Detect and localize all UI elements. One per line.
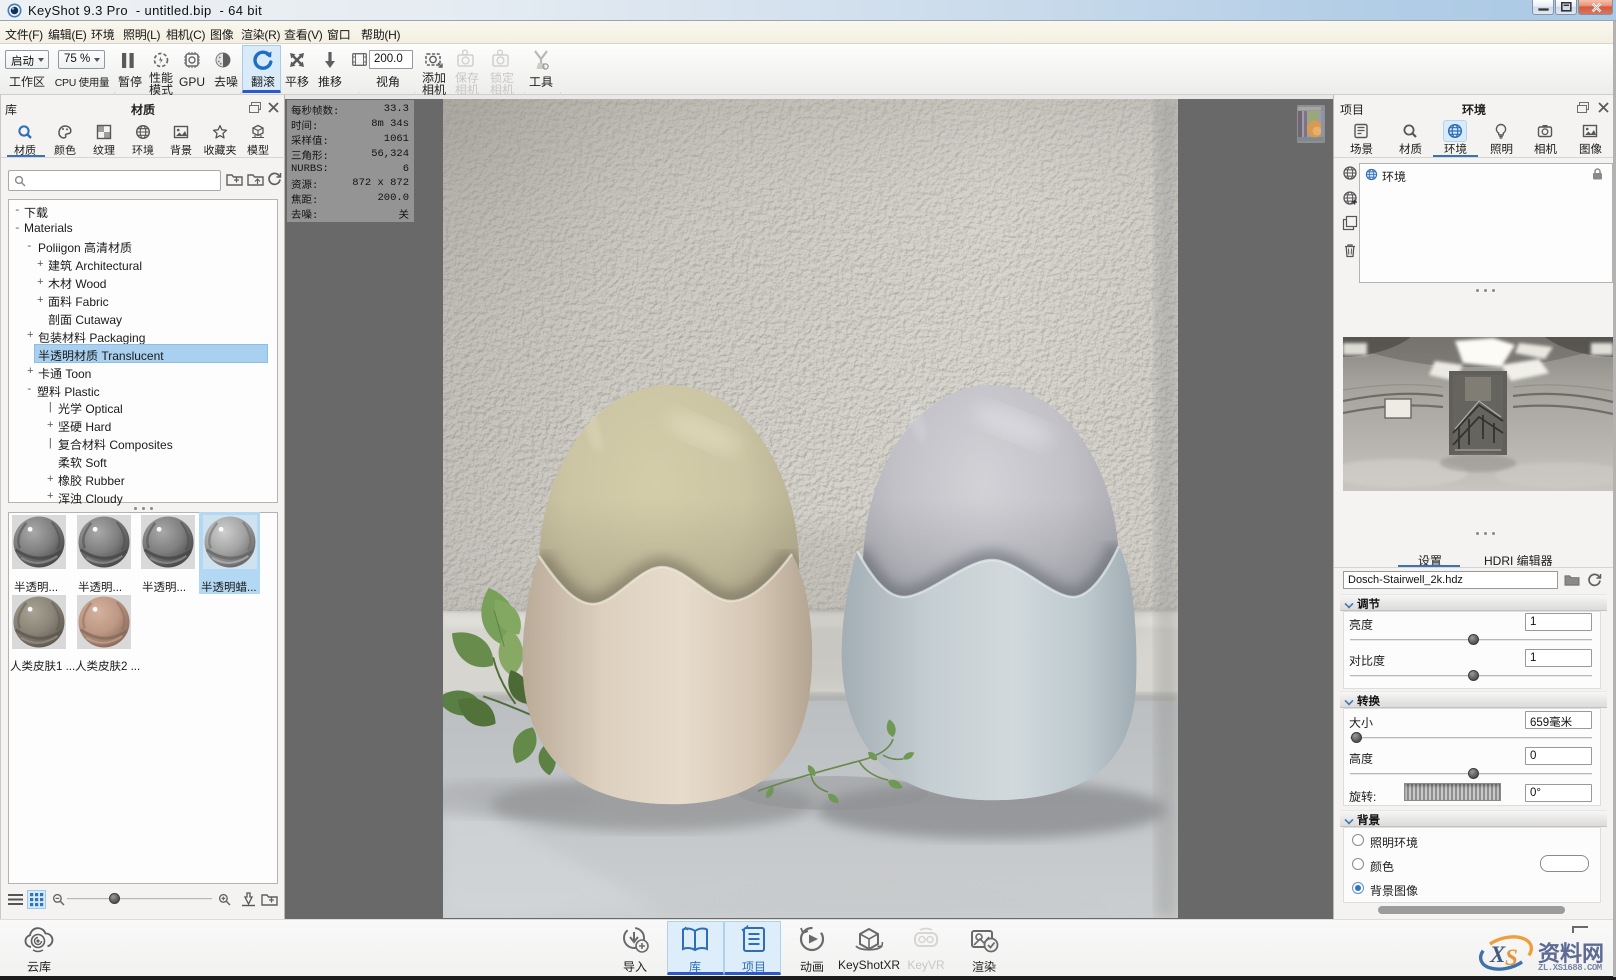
- svg-text:X: X: [1489, 942, 1506, 967]
- svg-text:S: S: [1505, 945, 1518, 970]
